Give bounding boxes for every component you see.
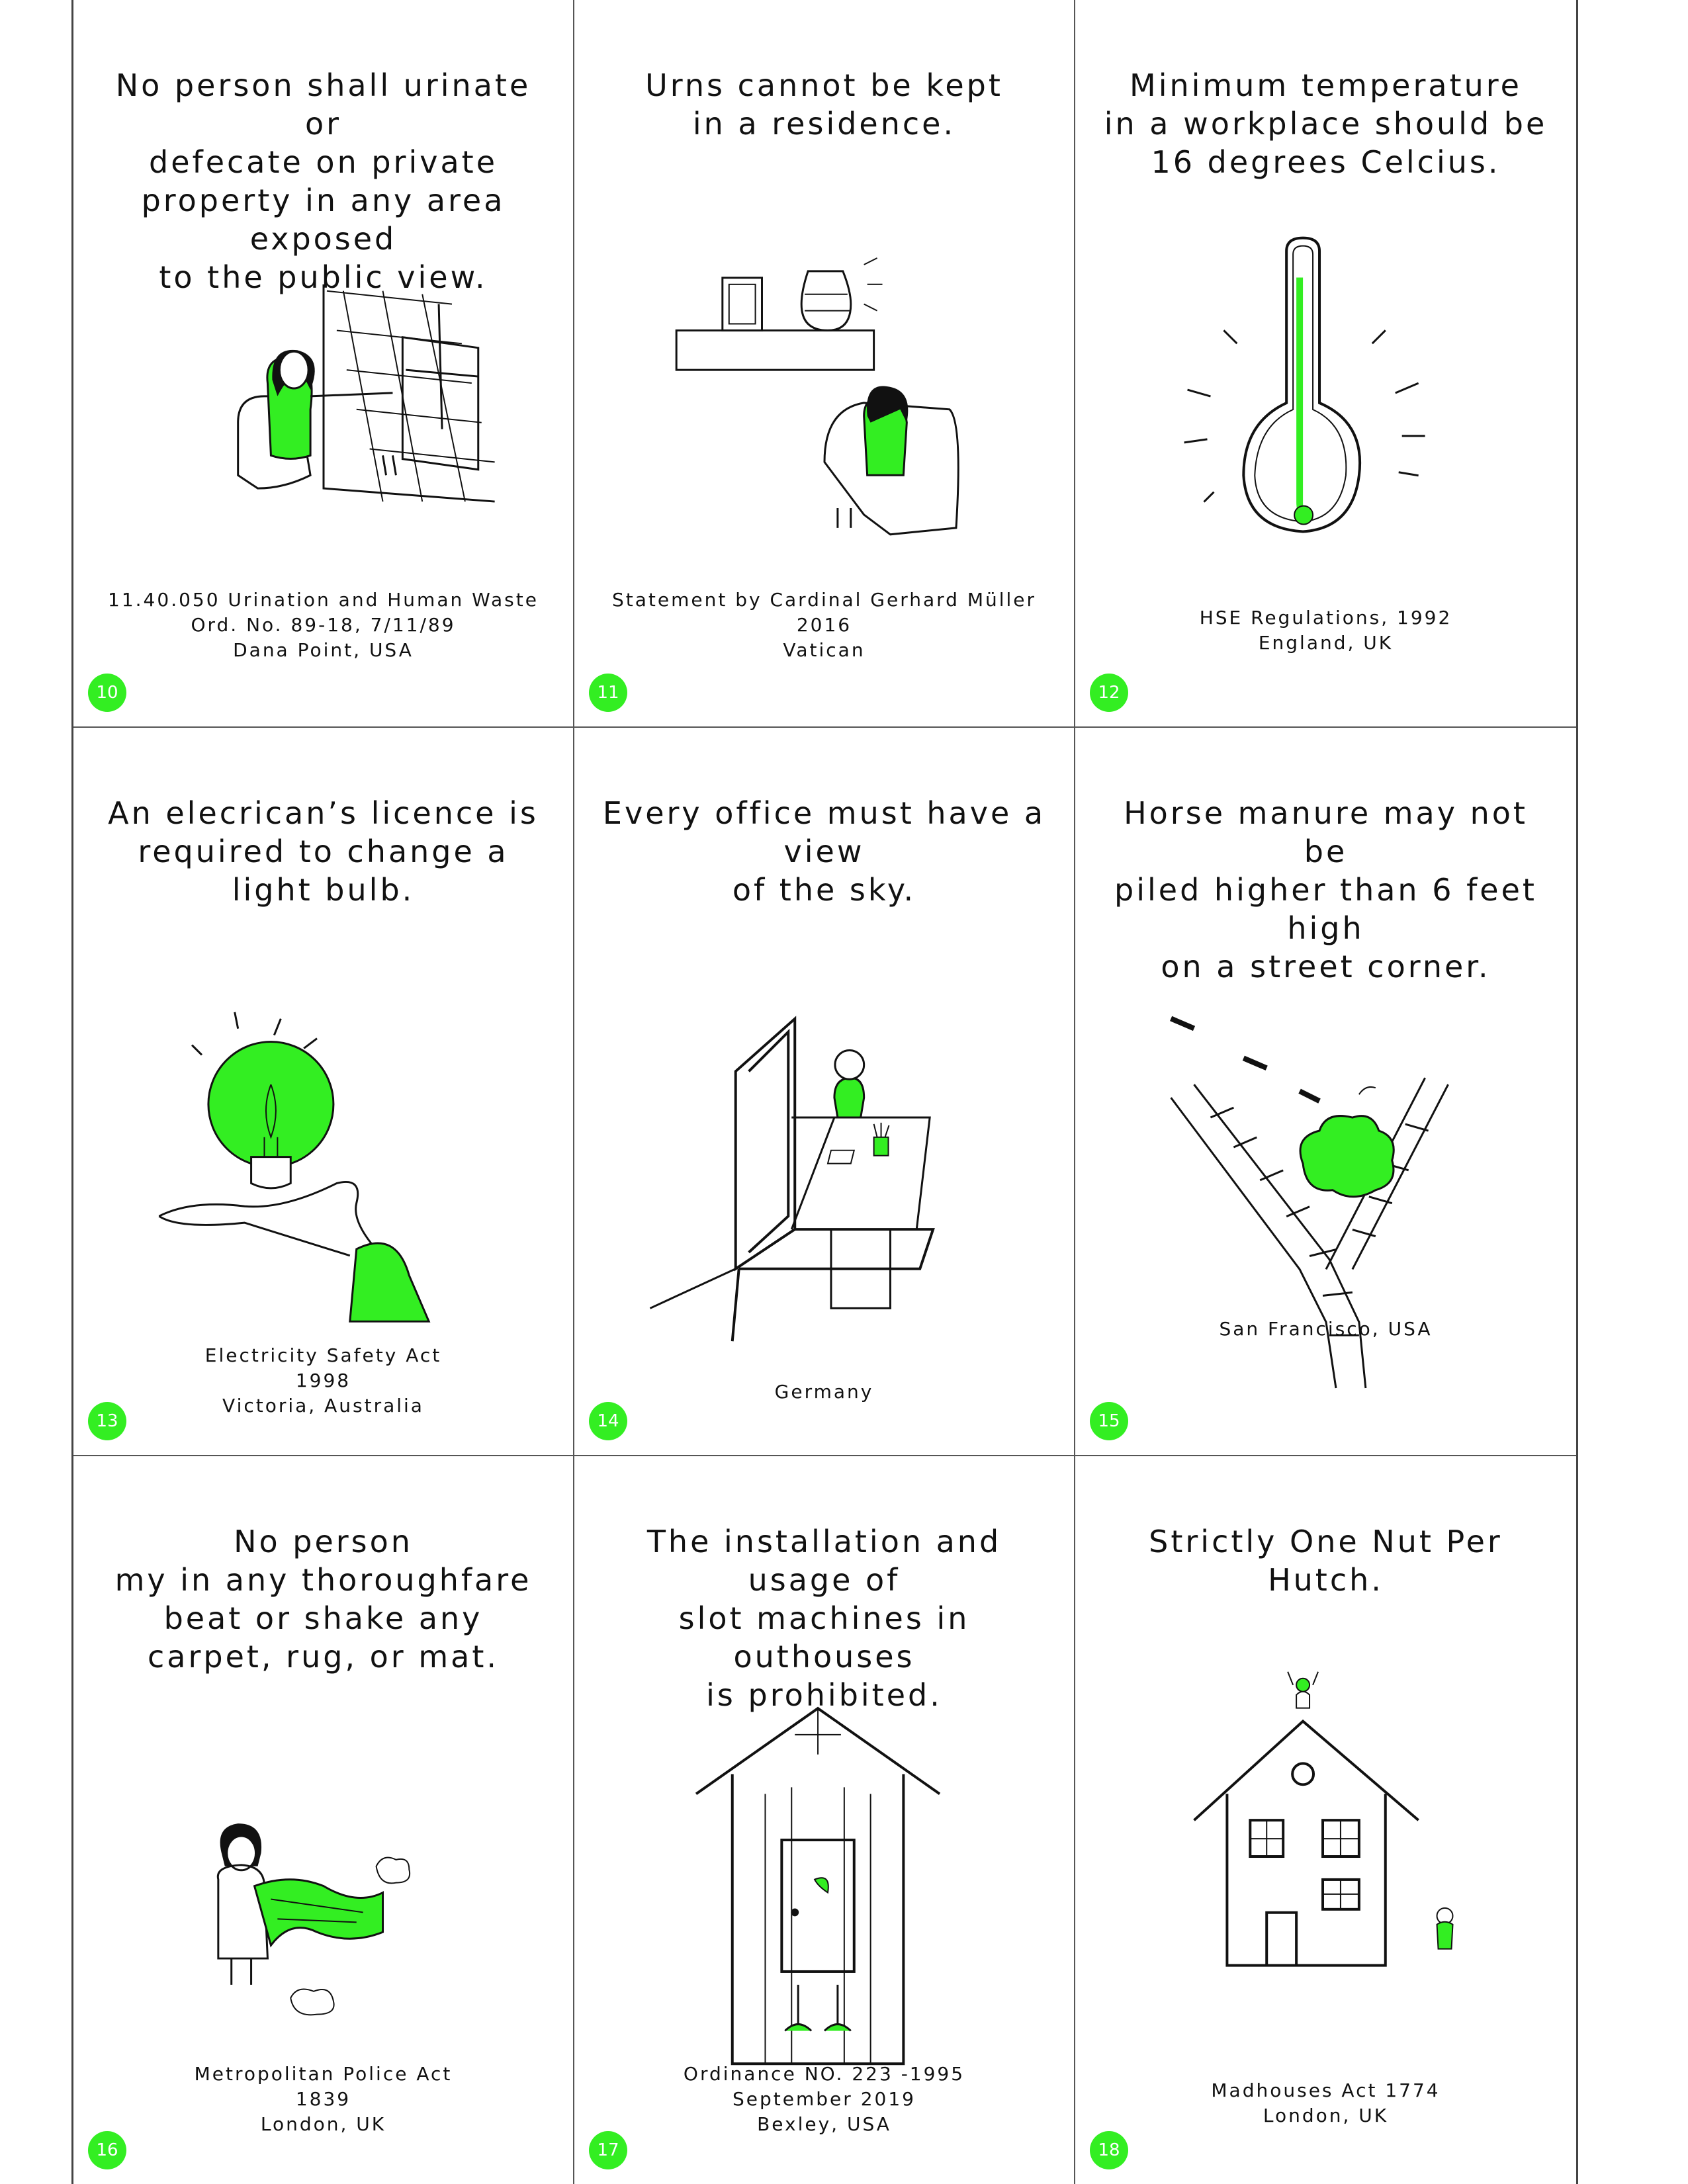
card-number-badge: 13 <box>88 1401 126 1440</box>
card-17: The installation and usage of slot machi… <box>574 1456 1075 2184</box>
card-10: No person shall urinate or defecate on p… <box>73 0 574 728</box>
card-source: Ordinance NO. 223 -1995 September 2019 B… <box>683 2062 965 2135</box>
card-source: HSE Regulations, 1992 England, UK <box>1199 607 1452 654</box>
card-source: Electricity Safety Act 1998 Victoria, Au… <box>204 1344 442 1417</box>
manure-pile-on-street-corner-illustration <box>1170 1016 1449 1389</box>
card-source: Metropolitan Police Act 1839 London, UK <box>194 2062 453 2135</box>
card-source: Statement by Cardinal Gerhard Müller 201… <box>611 589 1037 661</box>
card-number-badge: 17 <box>589 2131 627 2169</box>
person-at-desk-illustration <box>649 1016 935 1342</box>
card-number-badge: 15 <box>1090 1401 1128 1440</box>
card-number-badge: 10 <box>88 674 126 713</box>
card-number-badge: 14 <box>589 1401 627 1440</box>
card-source: Madhouses Act 1774 London, UK <box>1211 2079 1441 2126</box>
card-number-badge: 12 <box>1090 674 1128 713</box>
card-11: Urns cannot be kept in a residence. Stat… <box>574 0 1075 728</box>
house-with-person-on-roof-illustration <box>1193 1671 1454 1967</box>
card-source: Germany <box>774 1381 874 1403</box>
card-18: Strictly One Nut Per Hutch. Madhouses Ac… <box>1075 1456 1576 2184</box>
card-grid: No person shall urinate or defecate on p… <box>71 0 1578 2184</box>
card-13: An elecrican’s licence is required to ch… <box>73 728 574 1456</box>
card-number-badge: 18 <box>1090 2131 1128 2169</box>
card-12: Minimum temperature in a workplace shoul… <box>1075 0 1576 728</box>
card-16: No person my in any thoroughfare beat or… <box>73 1456 574 2184</box>
card-source: 11.40.050 Urination and Human Waste Ord.… <box>108 589 539 661</box>
card-14: Every office must have a view of the sky… <box>574 728 1075 1456</box>
card-number-badge: 16 <box>88 2131 126 2169</box>
card-number-badge: 11 <box>589 674 627 713</box>
card-source: San Francisco, USA <box>1219 1318 1433 1340</box>
card-15: Horse manure may not be piled higher tha… <box>1075 728 1576 1456</box>
